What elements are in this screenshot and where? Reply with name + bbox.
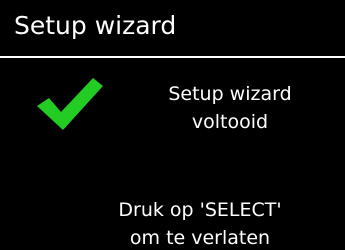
- status-message-line2: voltooid: [191, 111, 269, 133]
- status-message-line1: Setup wizard: [168, 83, 292, 105]
- exit-hint-line2: om te verlaten: [129, 227, 271, 249]
- title-divider: [0, 56, 345, 58]
- exit-hint-line1: Druk op 'SELECT': [118, 199, 282, 221]
- page-title: Setup wizard: [14, 11, 177, 40]
- status-message: Setup wizard voltooid: [140, 80, 320, 136]
- exit-hint: Druk op 'SELECT' om te verlaten: [70, 196, 330, 250]
- checkmark-icon: [37, 78, 103, 130]
- device-screen: Setup wizard Setup wizard voltooid Druk …: [0, 0, 345, 250]
- title-bar: Setup wizard: [0, 0, 345, 56]
